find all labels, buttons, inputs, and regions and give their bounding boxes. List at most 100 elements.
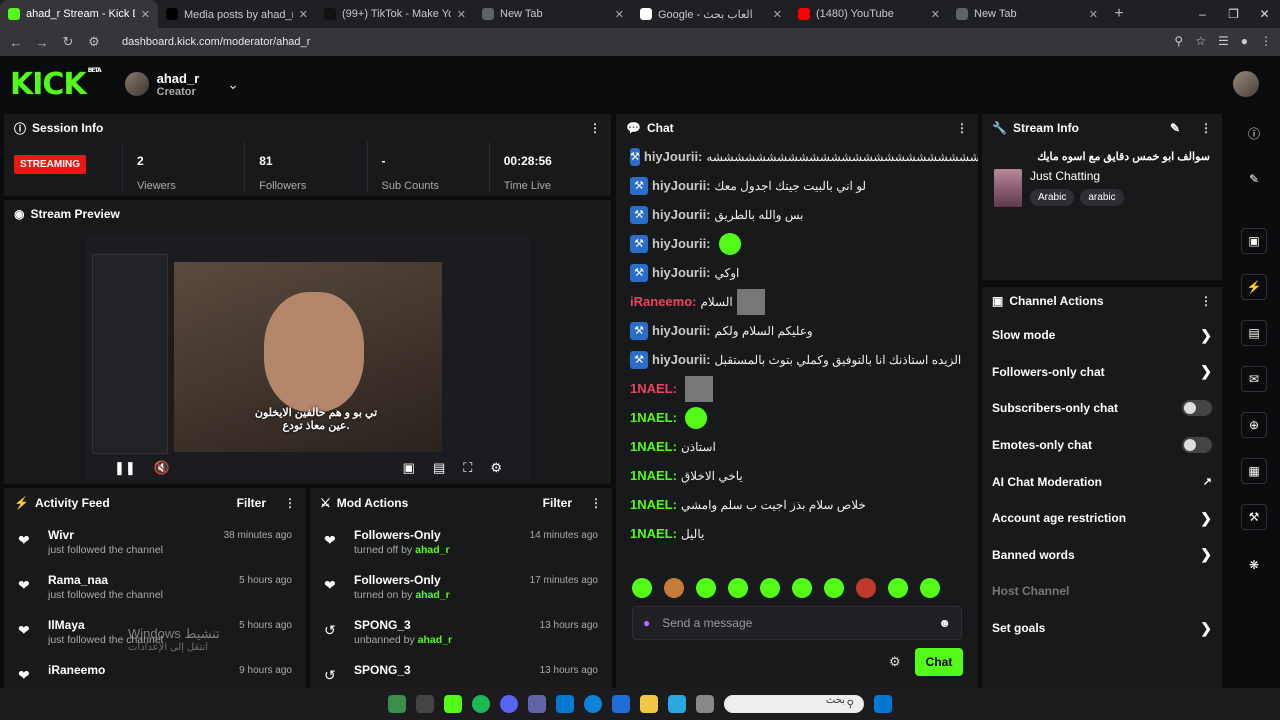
info-icon[interactable]: ⓘ — [1241, 120, 1267, 146]
back-icon[interactable]: ← — [8, 35, 24, 50]
browser-tab[interactable]: (99+) TikTok - Make Your D ✕ — [316, 0, 474, 28]
activity-user[interactable]: Wivr — [48, 528, 224, 542]
activity-user[interactable]: iRaneemo — [48, 663, 239, 677]
channel-action-item[interactable]: Followers-only chat ❯ — [982, 354, 1222, 391]
bolt-icon[interactable]: ⚡ — [1241, 274, 1267, 300]
new-tab-button[interactable]: + — [1106, 5, 1132, 23]
toggle-switch[interactable] — [1182, 437, 1212, 454]
emote-icon[interactable] — [664, 578, 684, 598]
browser-tab[interactable]: (1480) YouTube ✕ — [790, 0, 948, 28]
channel-action-item[interactable]: Slow mode ❯ — [982, 317, 1222, 354]
taskbar-search[interactable]: بحث ⚲ — [724, 695, 864, 713]
chat-username[interactable]: hiyJourii: — [652, 352, 711, 367]
profile-icon[interactable]: ● — [1241, 34, 1248, 48]
fullscreen-icon[interactable]: ⛶ — [463, 460, 472, 476]
app-icon[interactable] — [668, 695, 686, 713]
chat-input[interactable]: ● Send a message ☻ — [632, 606, 962, 640]
reload-icon[interactable]: ↻ — [60, 34, 76, 50]
close-tab-icon[interactable]: ✕ — [1089, 8, 1098, 21]
forward-icon[interactable]: → — [34, 35, 50, 50]
chevron-down-icon[interactable]: ⌄ — [227, 76, 239, 93]
app-icon[interactable] — [444, 695, 462, 713]
chat-username[interactable]: hiyJourii: — [652, 323, 711, 338]
layout-icon[interactable]: ▦ — [1241, 458, 1267, 484]
close-window-icon[interactable]: ✕ — [1249, 0, 1280, 28]
close-tab-icon[interactable]: ✕ — [299, 8, 308, 21]
bookmark-star-icon[interactable]: ☆ — [1195, 34, 1206, 48]
chat-username[interactable]: 1NAEL: — [630, 410, 677, 425]
emote-icon[interactable] — [632, 578, 652, 598]
more-icon[interactable]: ⋮ — [284, 496, 296, 510]
teams-icon[interactable] — [528, 695, 546, 713]
emote-icon[interactable] — [760, 578, 780, 598]
activity-user[interactable]: Rama_naa — [48, 573, 239, 587]
more-icon[interactable]: ⋮ — [1200, 121, 1212, 135]
microphone-icon[interactable]: ● — [643, 616, 650, 630]
chat-settings-icon[interactable]: ⚙ — [889, 654, 901, 670]
channel-action-item[interactable]: AI Chat Moderation ↗ — [982, 463, 1222, 500]
emote-icon[interactable] — [728, 578, 748, 598]
more-icon[interactable]: ⋮ — [956, 121, 968, 135]
chat-username[interactable]: hiyJourii: — [644, 149, 703, 164]
user-switcher[interactable]: ahad_r Creator ⌄ — [124, 71, 239, 98]
more-icon[interactable]: ⋮ — [589, 121, 601, 135]
close-tab-icon[interactable]: ✕ — [931, 8, 940, 21]
emote-icon[interactable] — [920, 578, 940, 598]
chat-username[interactable]: 1NAEL: — [630, 526, 677, 541]
edit-icon[interactable]: ✎ — [1241, 166, 1267, 192]
filter-button[interactable]: Filter — [543, 496, 572, 510]
settings-icon[interactable]: ⚙ — [490, 460, 502, 476]
mute-icon[interactable]: 🔇 — [154, 460, 170, 476]
chat-username[interactable]: 1NAEL: — [630, 381, 677, 396]
chat-username[interactable]: hiyJourii: — [652, 265, 711, 280]
chat-username[interactable]: hiyJourii: — [652, 178, 711, 193]
tag-chip[interactable]: arabic — [1080, 189, 1124, 206]
mail-icon[interactable] — [556, 695, 574, 713]
browser-tab[interactable]: Media posts by ahad_r حم (@sh ✕ — [158, 0, 316, 28]
spotify-icon[interactable] — [472, 695, 490, 713]
channel-action-item[interactable]: Banned words ❯ — [982, 537, 1222, 574]
filter-button[interactable]: Filter — [237, 496, 266, 510]
emote-icon[interactable] — [824, 578, 844, 598]
wrench-icon[interactable]: ⚒ — [1241, 504, 1267, 530]
zoom-icon[interactable]: ⚲ — [1174, 34, 1183, 48]
tag-chip[interactable]: Arabic — [1030, 189, 1075, 206]
browser-tab[interactable]: ahad_r Stream - Kick Dashb ✕ — [0, 0, 158, 28]
account-avatar[interactable] — [1233, 71, 1259, 97]
chat-username[interactable]: iRaneemo: — [630, 294, 696, 309]
app-icon[interactable] — [388, 695, 406, 713]
url-field[interactable]: dashboard.kick.com/moderator/ahad_r — [122, 36, 310, 48]
emote-icon[interactable] — [792, 578, 812, 598]
mod-action-by[interactable]: ahad_r — [418, 634, 452, 646]
folder-icon[interactable] — [640, 695, 658, 713]
restore-icon[interactable]: ❐ — [1218, 0, 1249, 28]
close-tab-icon[interactable]: ✕ — [457, 8, 466, 21]
start-icon[interactable] — [874, 695, 892, 713]
mod-action-by[interactable]: ahad_r — [415, 589, 449, 601]
apps-icon[interactable]: ❋ — [1241, 552, 1267, 578]
channel-action-item[interactable]: Emotes-only chat — [982, 427, 1222, 464]
stream-video[interactable]: تي بو و هم حالفين الايخلون عين معاذ تودع… — [86, 234, 530, 480]
browser-tab[interactable]: Google - العاب بحث ✕ — [632, 0, 790, 28]
menu-icon[interactable]: ⋮ — [1260, 34, 1272, 48]
broadcast-icon[interactable]: ⊕ — [1241, 412, 1267, 438]
media-icon[interactable]: ☰ — [1218, 34, 1229, 48]
channel-action-item[interactable]: Account age restriction ❯ — [982, 500, 1222, 537]
edge-icon[interactable] — [584, 695, 602, 713]
close-tab-icon[interactable]: ✕ — [141, 8, 150, 21]
theater-icon[interactable]: ▤ — [433, 460, 445, 476]
document-icon[interactable]: ▤ — [1241, 320, 1267, 346]
emoji-icon[interactable]: ☻ — [938, 616, 951, 630]
chat-username[interactable]: hiyJourii: — [652, 207, 711, 222]
chat-username[interactable]: 1NAEL: — [630, 439, 677, 454]
chat-username[interactable]: 1NAEL: — [630, 497, 677, 512]
app-icon[interactable] — [612, 695, 630, 713]
site-info-icon[interactable]: ⚙ — [86, 34, 102, 50]
app-icon[interactable] — [416, 695, 434, 713]
minimize-icon[interactable]: – — [1187, 0, 1218, 28]
more-icon[interactable]: ⋮ — [1200, 294, 1212, 308]
kick-logo[interactable]: KICK BETA — [10, 67, 102, 102]
browser-tab[interactable]: New Tab ✕ — [474, 0, 632, 28]
pause-icon[interactable]: ❚❚ — [114, 460, 136, 476]
emote-icon[interactable] — [696, 578, 716, 598]
